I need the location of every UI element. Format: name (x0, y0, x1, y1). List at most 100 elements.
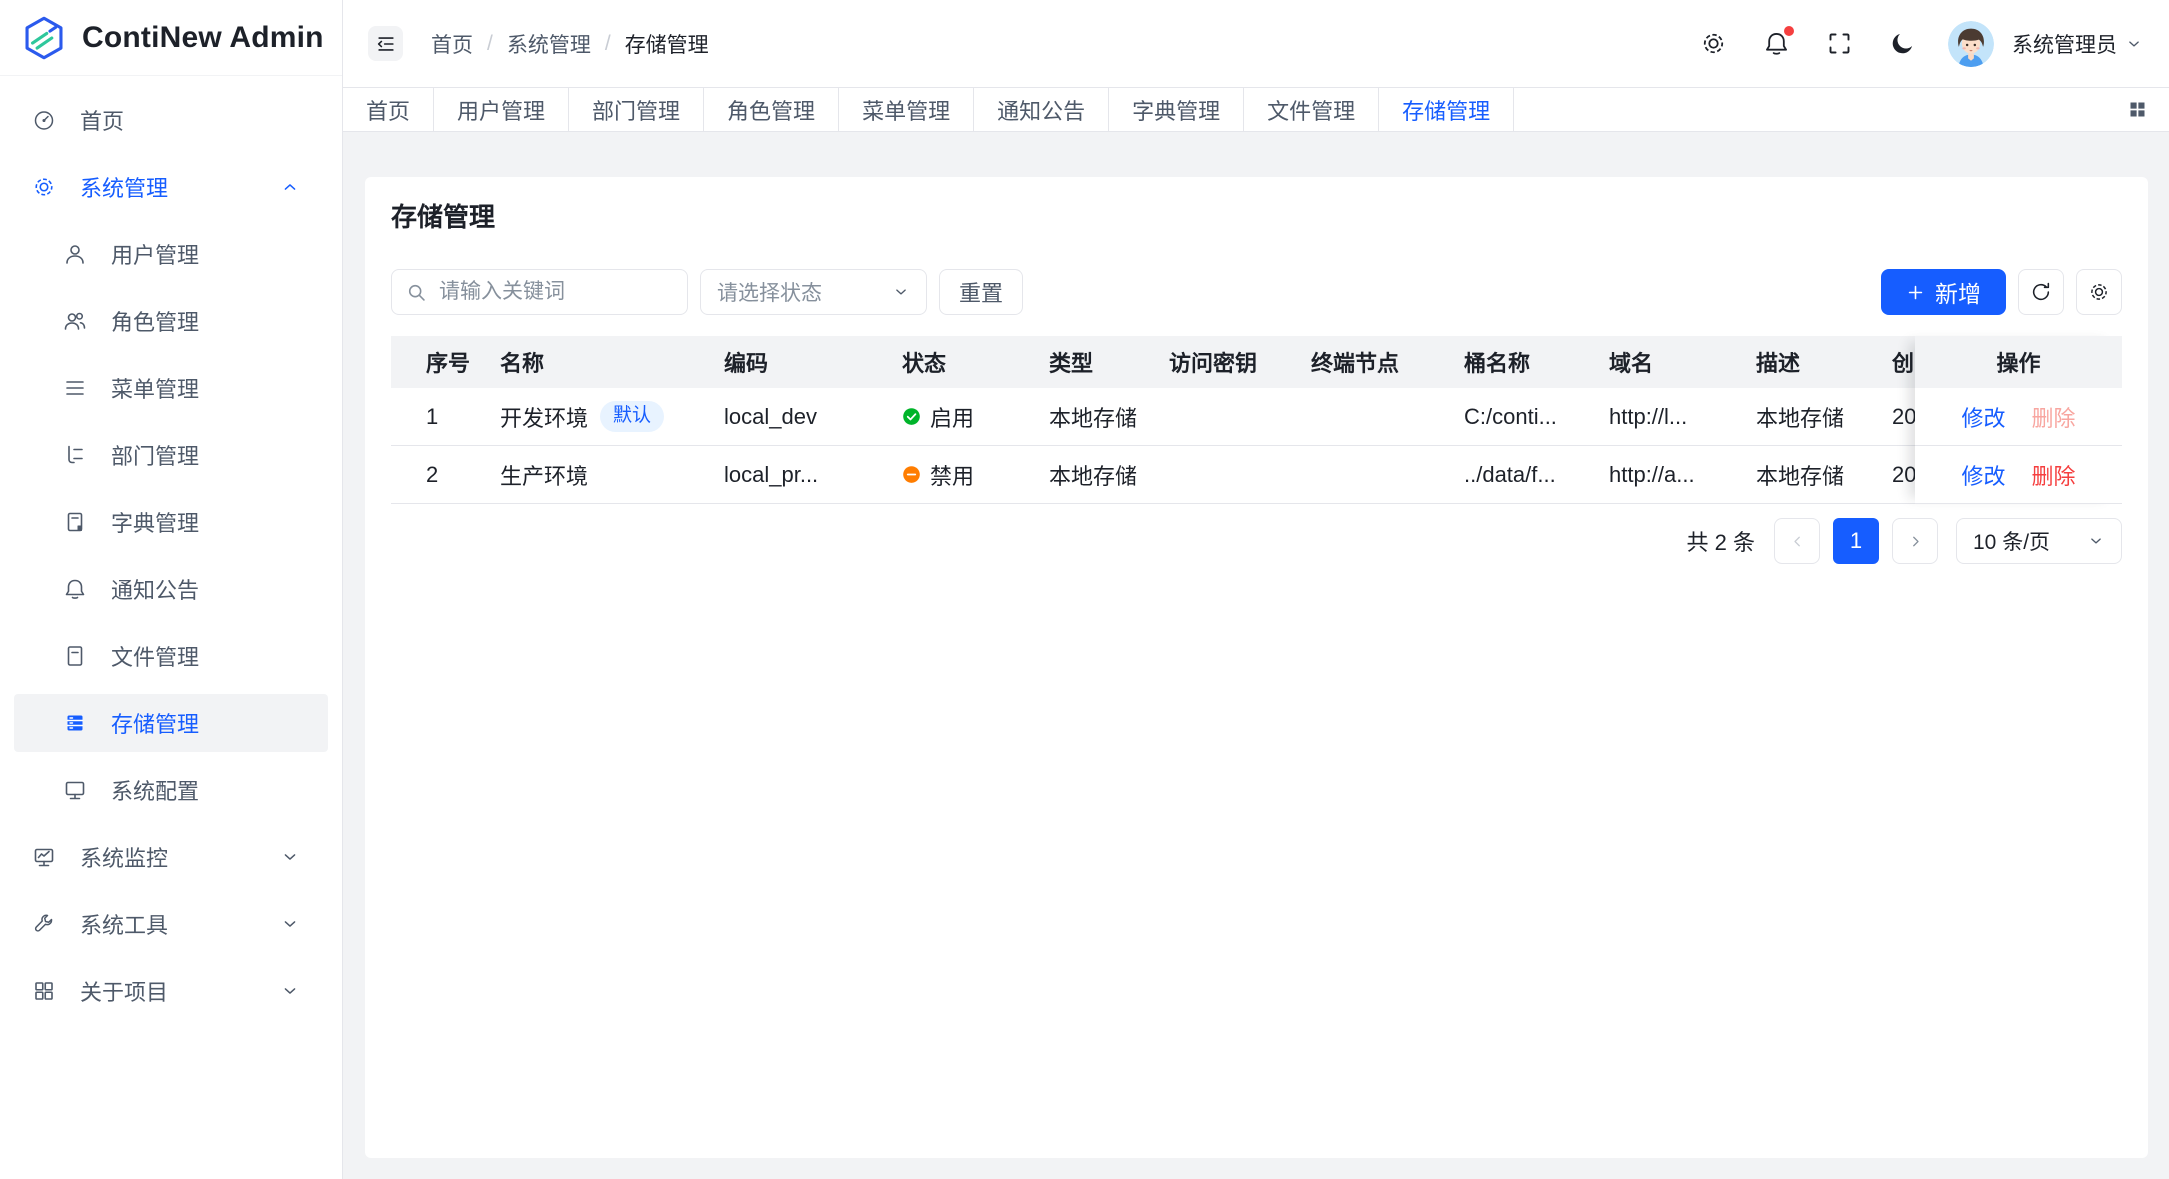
sidebar-item-notices[interactable]: 通知公告 (14, 560, 328, 618)
sidebar-item-label: 通知公告 (111, 573, 300, 605)
cell-no: 2 (391, 462, 500, 488)
settings-button[interactable] (1700, 30, 1727, 57)
content-area: 存储管理 请选择状态 重置 新增 (343, 132, 2169, 1179)
tab-files[interactable]: 文件管理 (1244, 88, 1379, 131)
cell-type: 本地存储 (1049, 459, 1169, 491)
sidebar-item-menus[interactable]: 菜单管理 (14, 359, 328, 417)
col-header-description: 描述 (1756, 346, 1892, 378)
sidebar-item-label: 文件管理 (111, 640, 300, 672)
app-title: ContiNew Admin (82, 21, 324, 55)
dark-mode-toggle[interactable] (1889, 30, 1916, 57)
search-box (391, 269, 688, 315)
sidebar-item-label: 菜单管理 (111, 372, 300, 404)
sidebar-item-storage[interactable]: 存储管理 (14, 694, 328, 752)
tab-home[interactable]: 首页 (343, 88, 434, 131)
fullscreen-button[interactable] (1826, 30, 1853, 57)
add-button-label: 新增 (1935, 275, 1981, 309)
cell-name: 开发环境 默认 (500, 401, 724, 433)
chevron-right-icon (1907, 533, 1924, 550)
refresh-icon (2030, 281, 2052, 303)
table-settings-button[interactable] (2076, 269, 2122, 315)
sidebar-item-label: 系统管理 (80, 171, 280, 203)
monitor-icon (63, 778, 87, 802)
col-header-endpoint: 终端节点 (1311, 346, 1464, 378)
edit-link[interactable]: 修改 (1961, 459, 2005, 491)
search-icon (406, 282, 427, 303)
user-icon (63, 242, 87, 266)
tab-departments[interactable]: 部门管理 (569, 88, 704, 131)
dictionary-icon (63, 510, 87, 534)
sidebar-item-label: 用户管理 (111, 238, 300, 270)
previous-page-button[interactable] (1774, 518, 1820, 564)
col-header-type: 类型 (1049, 346, 1169, 378)
page-size-select[interactable]: 10 条/页 (1956, 518, 2122, 564)
refresh-button[interactable] (2018, 269, 2064, 315)
sidebar-item-system-management[interactable]: 系统管理 (14, 158, 328, 216)
sidebar-item-label: 角色管理 (111, 305, 300, 337)
col-header-name: 名称 (500, 346, 724, 378)
table-header-row: 序号 名称 编码 状态 类型 访问密钥 终端节点 桶名称 域名 描述 创 (391, 336, 2122, 388)
sidebar-item-files[interactable]: 文件管理 (14, 627, 328, 685)
storage-card: 存储管理 请选择状态 重置 新增 (365, 177, 2148, 1158)
chevron-left-icon (1789, 533, 1806, 550)
gear-icon (2088, 281, 2110, 303)
sidebar-item-label: 系统工具 (80, 908, 280, 940)
sidebar-item-system-tools[interactable]: 系统工具 (14, 895, 328, 953)
status-select[interactable]: 请选择状态 (700, 269, 927, 315)
tab-actions-grid-icon[interactable] (2127, 99, 2148, 120)
col-header-no: 序号 (391, 346, 500, 378)
plus-icon (1906, 283, 1925, 302)
edit-link[interactable]: 修改 (1961, 401, 2005, 433)
reset-button[interactable]: 重置 (939, 269, 1023, 315)
cell-name: 生产环境 (500, 459, 724, 491)
sidebar-item-system-monitor[interactable]: 系统监控 (14, 828, 328, 886)
sidebar-item-dictionary[interactable]: 字典管理 (14, 493, 328, 551)
sidebar-item-departments[interactable]: 部门管理 (14, 426, 328, 484)
delete-link[interactable]: 删除 (2032, 459, 2076, 491)
avatar[interactable] (1948, 21, 1994, 67)
sidebar-item-about[interactable]: 关于项目 (14, 962, 328, 1020)
notifications-button[interactable] (1763, 30, 1790, 57)
row-actions: 修改 删除 (1915, 446, 2122, 504)
table-scroll-area: 序号 名称 编码 状态 类型 访问密钥 终端节点 桶名称 域名 描述 创 (391, 336, 2122, 504)
tab-roles[interactable]: 角色管理 (704, 88, 839, 131)
tab-dictionary[interactable]: 字典管理 (1109, 88, 1244, 131)
chevron-down-icon (892, 283, 910, 301)
bell-icon (63, 577, 87, 601)
cell-type: 本地存储 (1049, 401, 1169, 433)
chevron-down-icon (280, 981, 300, 1001)
fullscreen-icon (1826, 30, 1853, 57)
username[interactable]: 系统管理员 (2012, 29, 2117, 59)
app-root: ContiNew Admin 首页 系统管理 用户管理 角色管理 (0, 0, 2169, 1179)
status-label: 禁用 (930, 459, 974, 491)
tab-notices[interactable]: 通知公告 (974, 88, 1109, 131)
add-button[interactable]: 新增 (1881, 269, 2006, 315)
breadcrumb: 首页 / 系统管理 / 存储管理 (431, 29, 709, 59)
wrench-icon (32, 912, 56, 936)
chevron-down-icon (280, 914, 300, 934)
storage-table: 序号 名称 编码 状态 类型 访问密钥 终端节点 桶名称 域名 描述 创 (391, 336, 2122, 504)
sidebar-item-users[interactable]: 用户管理 (14, 225, 328, 283)
search-input[interactable] (439, 280, 710, 304)
sidebar-item-system-config[interactable]: 系统配置 (14, 761, 328, 819)
next-page-button[interactable] (1892, 518, 1938, 564)
sidebar-item-roles[interactable]: 角色管理 (14, 292, 328, 350)
tab-menus[interactable]: 菜单管理 (839, 88, 974, 131)
default-badge: 默认 (600, 401, 664, 432)
breadcrumb-system[interactable]: 系统管理 (507, 29, 591, 59)
cell-status: 启用 (902, 401, 1049, 433)
tab-storage[interactable]: 存储管理 (1379, 88, 1514, 131)
sidebar-item-home[interactable]: 首页 (14, 91, 328, 149)
pagination-total: 共 2 条 (1687, 525, 1755, 557)
monitor-chart-icon (32, 845, 56, 869)
breadcrumb-home[interactable]: 首页 (431, 29, 473, 59)
chevron-down-icon (2087, 532, 2105, 550)
cell-domain: http://a... (1609, 462, 1756, 488)
main-area: 首页 / 系统管理 / 存储管理 系统管理员 (343, 0, 2169, 1179)
grid-icon (32, 979, 56, 1003)
chevron-down-icon[interactable] (2125, 35, 2143, 53)
avatar-image (1948, 21, 1994, 67)
sidebar-collapse-button[interactable] (368, 26, 403, 61)
tab-users[interactable]: 用户管理 (434, 88, 569, 131)
page-number-current[interactable]: 1 (1833, 518, 1879, 564)
